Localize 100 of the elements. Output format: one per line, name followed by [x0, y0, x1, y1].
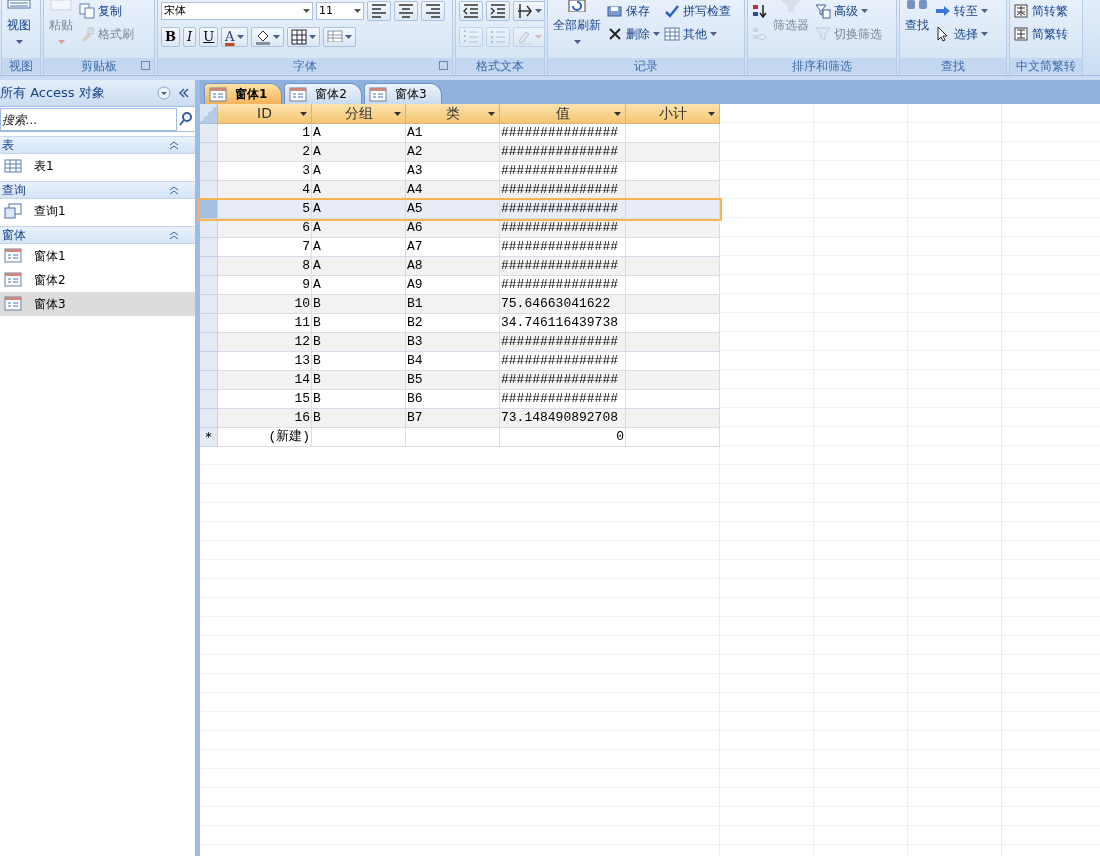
ribbon-button[interactable]: 简繁转	[1013, 24, 1068, 44]
format-button[interactable]: I	[183, 27, 197, 47]
caret-icon	[535, 9, 542, 13]
row-selector[interactable]	[200, 409, 218, 428]
format-button[interactable]: A	[221, 27, 248, 47]
row-selector[interactable]	[200, 371, 218, 390]
table-cell[interactable]: A	[312, 200, 406, 219]
row-selector[interactable]: *	[200, 428, 218, 447]
row-selector[interactable]	[200, 200, 218, 219]
group-label: 排序和筛选	[792, 58, 852, 75]
row-selector[interactable]	[200, 257, 218, 276]
document-tab[interactable]: 窗体1	[204, 83, 283, 104]
format-button[interactable]	[286, 27, 320, 47]
row-selector[interactable]	[200, 333, 218, 352]
caret-icon	[236, 35, 244, 39]
format-button[interactable]	[394, 1, 418, 21]
nav-item[interactable]: 窗体1	[0, 244, 195, 268]
alternate-row-icon	[326, 29, 343, 45]
table-cell[interactable]: (新建)	[218, 428, 312, 447]
section-header[interactable]: 表	[0, 136, 195, 154]
column-header[interactable]: ID	[218, 104, 312, 124]
ribbon-button[interactable]: 视图	[5, 0, 33, 56]
outdent-icon	[463, 3, 479, 19]
document-tab[interactable]: 窗体3	[364, 83, 442, 104]
highlight-icon	[517, 29, 533, 45]
align-right-icon	[425, 3, 441, 19]
row-selector[interactable]	[200, 314, 218, 333]
dialog-launcher-icon[interactable]	[141, 61, 150, 70]
selected-row[interactable]: 5 A A5 ###############	[200, 200, 720, 219]
table-cell[interactable]	[312, 428, 406, 447]
row-selector[interactable]	[200, 295, 218, 314]
table-cell[interactable]	[626, 428, 720, 447]
ribbon-button[interactable]: 简转繁	[1013, 1, 1068, 21]
new-record-marker: *	[205, 428, 212, 447]
form-icon	[209, 86, 227, 102]
caret-icon	[653, 32, 660, 36]
form-icon	[369, 86, 387, 102]
ribbon-button[interactable]: 高级	[815, 1, 882, 21]
collapse-up-icon	[169, 230, 179, 240]
table-cell[interactable]	[626, 200, 720, 219]
nav-item[interactable]: 窗体3	[0, 292, 195, 316]
column-header[interactable]: 值	[500, 104, 626, 124]
row-selector[interactable]	[200, 124, 218, 143]
format-button[interactable]: B	[161, 27, 180, 47]
brush-icon	[79, 26, 95, 42]
section-header[interactable]: 窗体	[0, 226, 195, 244]
caret-icon	[344, 35, 352, 39]
caret-icon	[614, 112, 621, 116]
query-icon	[4, 203, 22, 219]
table-icon	[4, 158, 22, 174]
align-center-icon	[398, 3, 414, 19]
ribbon-button[interactable]: 复制	[79, 1, 134, 21]
table-cell[interactable]: A5	[406, 200, 500, 219]
font-field[interactable]: 11	[316, 2, 364, 20]
ribbon-button[interactable]: 拼写检查	[664, 1, 731, 21]
group-label: 查找	[941, 58, 965, 75]
format-button[interactable]	[367, 1, 391, 21]
table-cell[interactable]	[406, 428, 500, 447]
ribbon-button[interactable]: 查找	[903, 0, 931, 56]
row-selector[interactable]	[200, 162, 218, 181]
format-button[interactable]	[421, 1, 445, 21]
row-selector[interactable]	[200, 276, 218, 295]
row-selector[interactable]	[200, 390, 218, 409]
ribbon-button[interactable]: 删除	[607, 24, 660, 44]
convert-icon	[1013, 26, 1029, 42]
select-all-corner[interactable]	[200, 104, 218, 124]
delete-icon	[607, 26, 623, 42]
dialog-launcher-icon[interactable]	[439, 61, 448, 70]
table-cell[interactable]: ###############	[500, 200, 626, 219]
document-tab[interactable]: 窗体2	[284, 83, 362, 104]
search-field[interactable]: 搜索...	[0, 108, 177, 131]
ribbon-button[interactable]: 保存	[607, 1, 660, 21]
nav-item[interactable]: 窗体2	[0, 268, 195, 292]
caret-icon	[308, 35, 316, 39]
column-header[interactable]: 小计	[626, 104, 720, 124]
ribbon-button[interactable]: 全部刷新	[551, 0, 603, 56]
clipboard-icon	[49, 0, 73, 12]
format-button[interactable]: U	[199, 27, 219, 47]
column-header[interactable]: 类	[406, 104, 500, 124]
section-header[interactable]: 查询	[0, 181, 195, 199]
format-button[interactable]	[486, 1, 510, 21]
caret-icon	[354, 9, 361, 13]
format-button[interactable]	[459, 1, 483, 21]
form-icon	[4, 248, 22, 264]
table-cell[interactable]: 5	[218, 200, 312, 219]
nav-item[interactable]: 表1	[0, 154, 195, 178]
ribbon-button[interactable]: 选择	[935, 24, 988, 44]
format-button[interactable]	[513, 1, 544, 21]
row-selector[interactable]	[200, 352, 218, 371]
table-cell[interactable]: 0	[500, 428, 626, 447]
column-header[interactable]: 分组	[312, 104, 406, 124]
ribbon-button[interactable]: 转至	[935, 1, 988, 21]
advanced-filter-icon	[815, 3, 831, 19]
row-selector[interactable]	[200, 143, 218, 162]
ribbon-button[interactable]: 其他	[664, 24, 731, 44]
format-button[interactable]	[250, 27, 284, 47]
binoculars-icon	[905, 0, 929, 12]
nav-item[interactable]: 查询1	[0, 199, 195, 223]
row-selector[interactable]	[200, 238, 218, 257]
font-field[interactable]: 宋体	[161, 2, 313, 20]
